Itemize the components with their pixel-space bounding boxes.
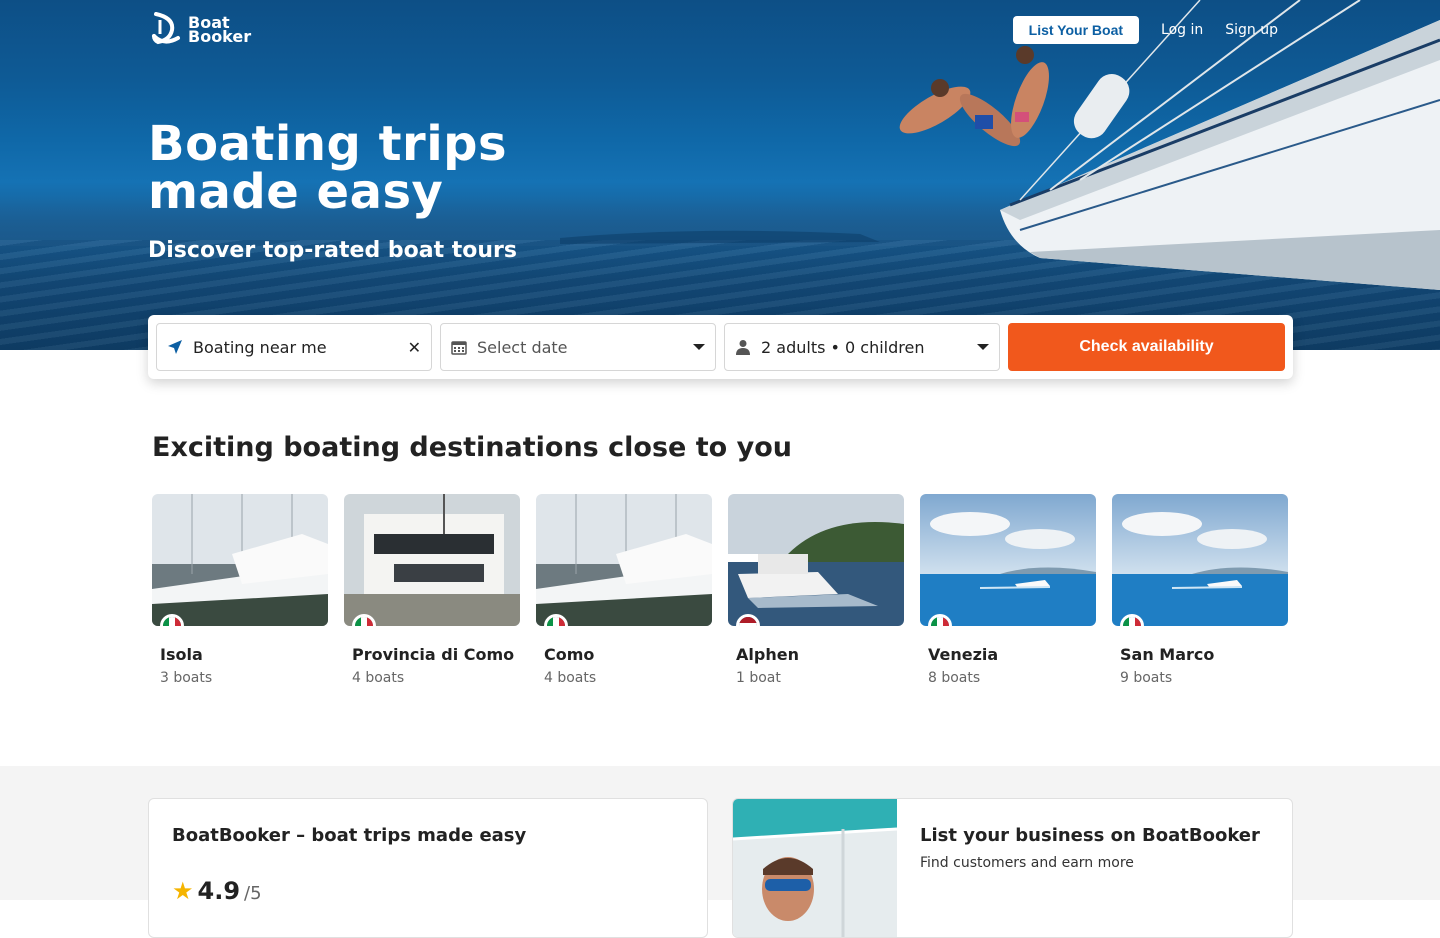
hero-title-line1: Boating trips: [148, 116, 508, 172]
captain-photo: [733, 799, 897, 937]
brand-name: Boat Booker: [188, 15, 252, 46]
guests-field[interactable]: 2 adults • 0 children: [724, 323, 1000, 371]
rating: ★ 4.9 /5: [172, 877, 262, 905]
business-subtitle: Find customers and earn more: [920, 855, 1134, 871]
marina-photo: [152, 494, 328, 626]
destination-card[interactable]: Provincia di Como 4 boats: [344, 494, 520, 689]
location-input[interactable]: Boating near me: [193, 338, 398, 357]
destination-card[interactable]: Alphen 1 boat: [728, 494, 904, 689]
destination-count: 3 boats: [160, 670, 213, 686]
top-nav: List Your Boat Log in Sign up: [1012, 16, 1278, 44]
brand-logo[interactable]: Boat Booker: [150, 12, 251, 48]
list-your-boat-button[interactable]: List Your Boat: [1012, 16, 1140, 44]
about-card: BoatBooker – boat trips made easy ★ 4.9 …: [148, 798, 708, 938]
check-availability-button[interactable]: Check availability: [1008, 323, 1285, 371]
chevron-down-icon: [977, 344, 989, 350]
search-bar: Boating near me ✕ Select date 2 adults •…: [148, 315, 1293, 379]
sea-speedboat-photo: [920, 494, 1096, 626]
destination-name: Como: [544, 645, 595, 664]
rating-value: 4.9: [197, 877, 241, 905]
about-title: BoatBooker – boat trips made easy: [172, 825, 527, 846]
destination-count: 4 boats: [544, 670, 597, 686]
destination-name: Provincia di Como: [352, 645, 515, 664]
date-field[interactable]: Select date: [440, 323, 716, 371]
hero-subtitle: Discover top-rated boat tours: [148, 238, 517, 263]
star-icon: ★: [172, 877, 194, 905]
calendar-icon: [451, 341, 467, 355]
destination-card[interactable]: Isola 3 boats: [152, 494, 328, 689]
person-icon: [736, 340, 750, 355]
destination-name: San Marco: [1120, 645, 1215, 664]
boatbooker-logo-icon: [152, 12, 180, 45]
brand-name-line2: Booker: [188, 27, 252, 46]
hero-title-line2: made easy: [148, 164, 444, 220]
destination-card[interactable]: San Marco 9 boats: [1112, 494, 1288, 689]
boat-dock-photo: [344, 494, 520, 626]
hero-title: Boating trips made easy: [148, 120, 507, 216]
destination-image: [536, 494, 712, 626]
login-link[interactable]: Log in: [1161, 22, 1203, 38]
guests-select[interactable]: 2 adults • 0 children: [761, 338, 967, 357]
destination-count: 8 boats: [928, 670, 981, 686]
destinations-list: Isola 3 boats Provincia di Como 4 boats: [152, 494, 1288, 689]
signup-link[interactable]: Sign up: [1225, 22, 1278, 38]
destination-image: [920, 494, 1096, 626]
motorboat-photo: [728, 494, 904, 626]
destination-count: 9 boats: [1120, 670, 1173, 686]
destination-count: 1 boat: [736, 670, 781, 686]
list-business-card[interactable]: List your business on BoatBooker Find cu…: [732, 798, 1293, 938]
destination-card[interactable]: Como 4 boats: [536, 494, 712, 689]
destination-card[interactable]: Venezia 8 boats: [920, 494, 1096, 689]
destination-name: Alphen: [736, 645, 799, 664]
location-field[interactable]: Boating near me ✕: [156, 323, 432, 371]
destination-image: [344, 494, 520, 626]
date-select[interactable]: Select date: [477, 338, 683, 357]
destination-count: 4 boats: [352, 670, 405, 686]
rating-max: /5: [244, 883, 262, 904]
navigation-arrow-icon: [168, 340, 182, 354]
hero-banner: Boat Booker List Your Boat Log in Sign u…: [0, 0, 1440, 350]
chevron-down-icon: [693, 344, 705, 350]
destination-image: [1112, 494, 1288, 626]
marina-photo: [536, 494, 712, 626]
destination-image: [728, 494, 904, 626]
destination-name: Venezia: [928, 645, 999, 664]
clear-location-icon[interactable]: ✕: [408, 338, 421, 357]
business-title: List your business on BoatBooker: [920, 825, 1260, 846]
destination-name: Isola: [160, 645, 203, 664]
destination-image: [152, 494, 328, 626]
destinations-heading: Exciting boating destinations close to y…: [152, 432, 792, 463]
sea-speedboat-photo: [1112, 494, 1288, 626]
